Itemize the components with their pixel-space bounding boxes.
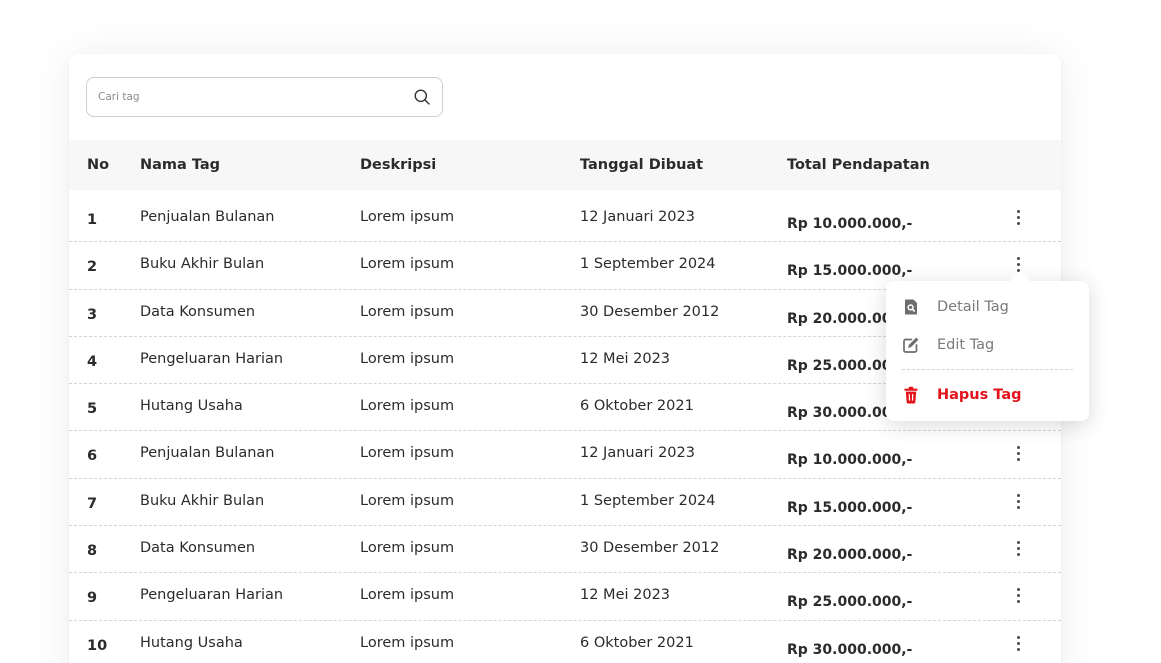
row-date: 1 September 2024 [580, 492, 716, 509]
table-row: 9 Pengeluaran Harian Lorem ipsum 12 Mei … [69, 573, 1061, 621]
header-description: Deskripsi [360, 157, 437, 173]
row-no: 5 [87, 401, 98, 418]
table-row: 1 Penjualan Bulanan Lorem ipsum 12 Janua… [69, 195, 1061, 243]
row-menu-icon[interactable] [1009, 443, 1029, 465]
row-description: Lorem ipsum [360, 540, 455, 557]
edit-tag-menu-item[interactable]: Edit Tag [886, 329, 1089, 361]
row-total: Rp 20.000.000,- [787, 547, 913, 564]
edit-icon [903, 337, 919, 353]
row-date: 12 Januari 2023 [580, 445, 695, 462]
search-icon[interactable] [413, 88, 431, 106]
row-name: Pengeluaran Harian [140, 350, 284, 367]
row-no: 2 [87, 259, 98, 276]
table-header: No Nama Tag Deskripsi Tanggal Dibuat Tot… [69, 140, 1061, 190]
row-no: 4 [87, 353, 98, 370]
row-no: 10 [87, 637, 108, 654]
row-menu-icon[interactable] [1009, 633, 1029, 655]
search-box[interactable] [86, 77, 443, 117]
row-date: 6 Oktober 2021 [580, 398, 694, 415]
row-date: 12 Mei 2023 [580, 350, 671, 367]
table-row: 10 Hutang Usaha Lorem ipsum 6 Oktober 20… [69, 621, 1061, 663]
row-description: Lorem ipsum [360, 256, 455, 273]
row-name: Buku Akhir Bulan [140, 492, 265, 509]
table-body: 1 Penjualan Bulanan Lorem ipsum 12 Janua… [69, 195, 1061, 663]
row-no: 3 [87, 306, 98, 323]
trash-icon [904, 386, 918, 404]
delete-tag-label: Hapus Tag [937, 387, 1022, 403]
row-no: 6 [87, 448, 98, 465]
row-total: Rp 25.000.000,- [787, 594, 913, 611]
row-total: Rp 10.000.000,- [787, 216, 913, 232]
row-date: 30 Desember 2012 [580, 540, 720, 557]
row-description: Lorem ipsum [360, 634, 455, 651]
row-date: 12 Mei 2023 [580, 587, 671, 604]
menu-divider [902, 369, 1073, 370]
header-date: Tanggal Dibuat [580, 157, 704, 173]
row-description: Lorem ipsum [360, 350, 455, 367]
file-search-icon [905, 299, 917, 315]
table-row: 7 Buku Akhir Bulan Lorem ipsum 1 Septemb… [69, 479, 1061, 527]
row-description: Lorem ipsum [360, 209, 455, 225]
row-total: Rp 10.000.000,- [787, 452, 913, 469]
table-row: 6 Penjualan Bulanan Lorem ipsum 12 Janua… [69, 431, 1061, 479]
row-date: 6 Oktober 2021 [580, 634, 694, 651]
row-no: 8 [87, 543, 98, 560]
row-menu-icon[interactable] [1009, 585, 1029, 607]
row-no: 9 [87, 590, 98, 607]
row-date: 1 September 2024 [580, 256, 716, 273]
row-date: 30 Desember 2012 [580, 303, 720, 320]
row-name: Penjualan Bulanan [140, 445, 275, 462]
row-total: Rp 30.000.000,- [787, 641, 913, 658]
row-name: Pengeluaran Harian [140, 587, 284, 604]
row-total: Rp 15.000.000,- [787, 499, 913, 516]
row-description: Lorem ipsum [360, 398, 455, 415]
row-no: 1 [87, 212, 98, 228]
delete-tag-menu-item[interactable]: Hapus Tag [886, 379, 1089, 411]
row-name: Hutang Usaha [140, 634, 243, 651]
row-description: Lorem ipsum [360, 587, 455, 604]
header-name: Nama Tag [140, 157, 221, 173]
row-action-dropdown: Detail Tag Edit Tag Hapus Tag [886, 271, 1089, 421]
row-menu-icon[interactable] [1009, 491, 1029, 513]
table-row: 8 Data Konsumen Lorem ipsum 30 Desember … [69, 526, 1061, 574]
detail-tag-label: Detail Tag [937, 299, 1009, 315]
row-description: Lorem ipsum [360, 445, 455, 462]
search-input[interactable] [87, 78, 407, 116]
edit-tag-label: Edit Tag [937, 337, 995, 353]
detail-tag-menu-item[interactable]: Detail Tag [886, 291, 1089, 323]
row-description: Lorem ipsum [360, 492, 455, 509]
row-name: Hutang Usaha [140, 398, 243, 415]
row-name: Penjualan Bulanan [140, 209, 275, 225]
row-name: Data Konsumen [140, 303, 256, 320]
row-menu-icon[interactable] [1009, 207, 1029, 229]
row-menu-icon[interactable] [1009, 538, 1029, 560]
header-total: Total Pendapatan [787, 157, 930, 173]
header-no: No [87, 157, 110, 173]
row-name: Buku Akhir Bulan [140, 256, 265, 273]
row-description: Lorem ipsum [360, 303, 455, 320]
row-no: 7 [87, 495, 98, 512]
row-name: Data Konsumen [140, 540, 256, 557]
row-date: 12 Januari 2023 [580, 209, 695, 225]
